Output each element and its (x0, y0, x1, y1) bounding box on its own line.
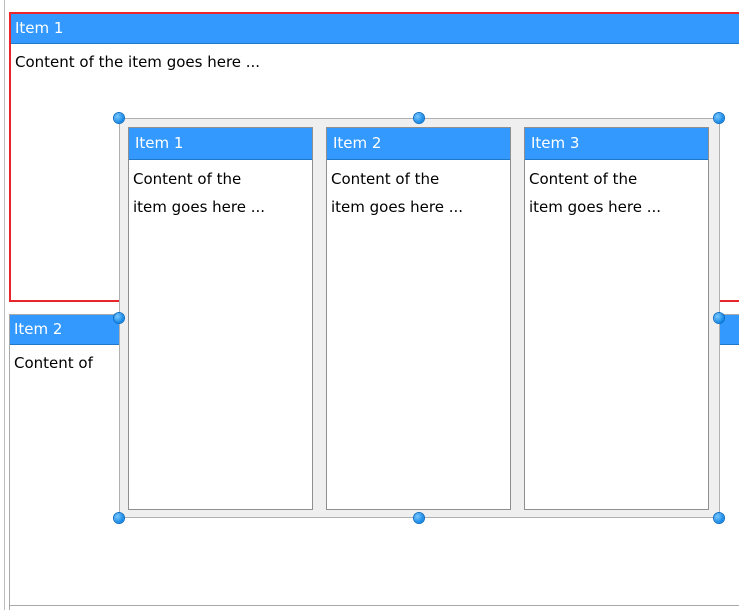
overlay-item-1-header[interactable]: Item 1 (129, 128, 312, 160)
resize-handle-middle-right-icon[interactable] (714, 313, 724, 323)
resize-handle-top-right-icon[interactable] (714, 113, 724, 123)
resize-handle-bottom-right-icon[interactable] (714, 513, 724, 523)
overlay-panel[interactable]: Item 1 Content of the item goes here ...… (119, 118, 720, 518)
overlay-item-2-header[interactable]: Item 2 (327, 128, 510, 160)
resize-handle-middle-left-icon[interactable] (114, 313, 124, 323)
overlay-item-3[interactable]: Item 3 Content of the item goes here ... (524, 127, 709, 510)
overlay-item-3-content: Content of the item goes here ... (529, 170, 662, 216)
resize-handle-top-center-icon[interactable] (414, 113, 424, 123)
overlay-item-1[interactable]: Item 1 Content of the item goes here ... (128, 127, 313, 510)
outer-item-1-content: Content of the item goes here ... (15, 53, 261, 71)
outer-item-2-bottom-border (10, 605, 739, 606)
outer-item-1-header[interactable]: Item 1 (11, 14, 739, 44)
resize-handle-bottom-center-icon[interactable] (414, 513, 424, 523)
resize-handle-top-left-icon[interactable] (114, 113, 124, 123)
overlay-item-3-header[interactable]: Item 3 (525, 128, 708, 160)
overlay-item-2[interactable]: Item 2 Content of the item goes here ... (326, 127, 511, 510)
outer-frame-edge (4, 0, 5, 610)
overlay-item-1-content: Content of the item goes here ... (133, 170, 266, 216)
resize-handle-bottom-left-icon[interactable] (114, 513, 124, 523)
overlay-item-2-content: Content of the item goes here ... (331, 170, 464, 216)
